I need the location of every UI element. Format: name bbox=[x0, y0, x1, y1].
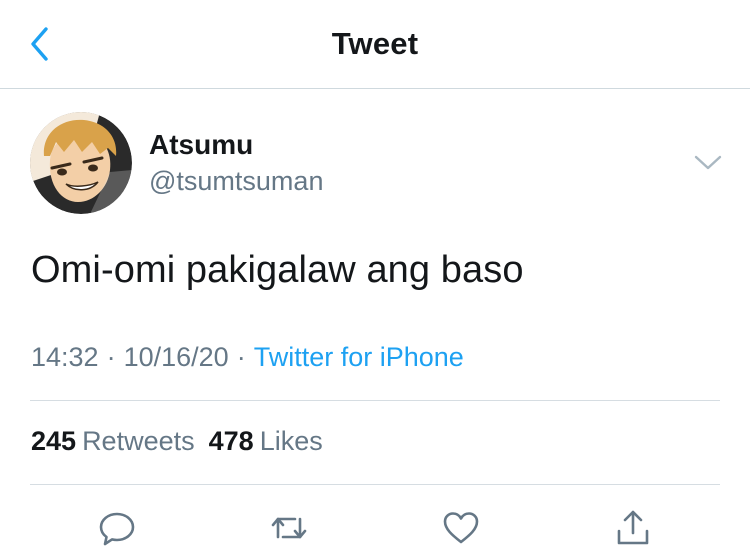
avatar-image bbox=[30, 112, 132, 214]
divider bbox=[30, 484, 720, 485]
reply-icon bbox=[99, 512, 135, 546]
tweet-time: 14:32 bbox=[31, 342, 99, 372]
chevron-down-icon bbox=[694, 155, 722, 170]
share-button[interactable] bbox=[612, 507, 654, 549]
top-navigation-bar: Tweet bbox=[0, 0, 750, 89]
share-icon bbox=[617, 510, 649, 545]
retweet-icon bbox=[271, 517, 307, 539]
retweet-button[interactable] bbox=[268, 507, 310, 549]
meta-separator: · bbox=[106, 342, 116, 372]
retweets-stat[interactable]: 245 Retweets bbox=[31, 426, 195, 456]
divider bbox=[30, 400, 720, 401]
retweets-label: Retweets bbox=[82, 426, 195, 456]
tweet-stats: 245 Retweets 478 Likes bbox=[31, 426, 323, 457]
author-display-name[interactable]: Atsumu bbox=[149, 129, 253, 161]
likes-label: Likes bbox=[259, 426, 323, 456]
likes-stat[interactable]: 478 Likes bbox=[209, 426, 323, 456]
like-button[interactable] bbox=[440, 507, 482, 549]
page-title: Tweet bbox=[331, 26, 419, 61]
author-handle[interactable]: @tsumtsuman bbox=[149, 166, 323, 197]
tweet-metadata: 14:32 · 10/16/20 · Twitter for iPhone bbox=[31, 342, 464, 373]
retweets-count: 245 bbox=[31, 426, 77, 456]
more-options-button[interactable] bbox=[692, 148, 724, 176]
tweet-source-link[interactable]: Twitter for iPhone bbox=[254, 342, 464, 372]
reply-button[interactable] bbox=[96, 507, 138, 549]
like-icon bbox=[443, 512, 479, 544]
tweet-date: 10/16/20 bbox=[123, 342, 229, 372]
tweet-text: Omi-omi pakigalaw ang baso bbox=[31, 249, 524, 291]
meta-separator: · bbox=[236, 342, 246, 372]
avatar[interactable] bbox=[30, 112, 132, 214]
likes-count: 478 bbox=[208, 426, 254, 456]
